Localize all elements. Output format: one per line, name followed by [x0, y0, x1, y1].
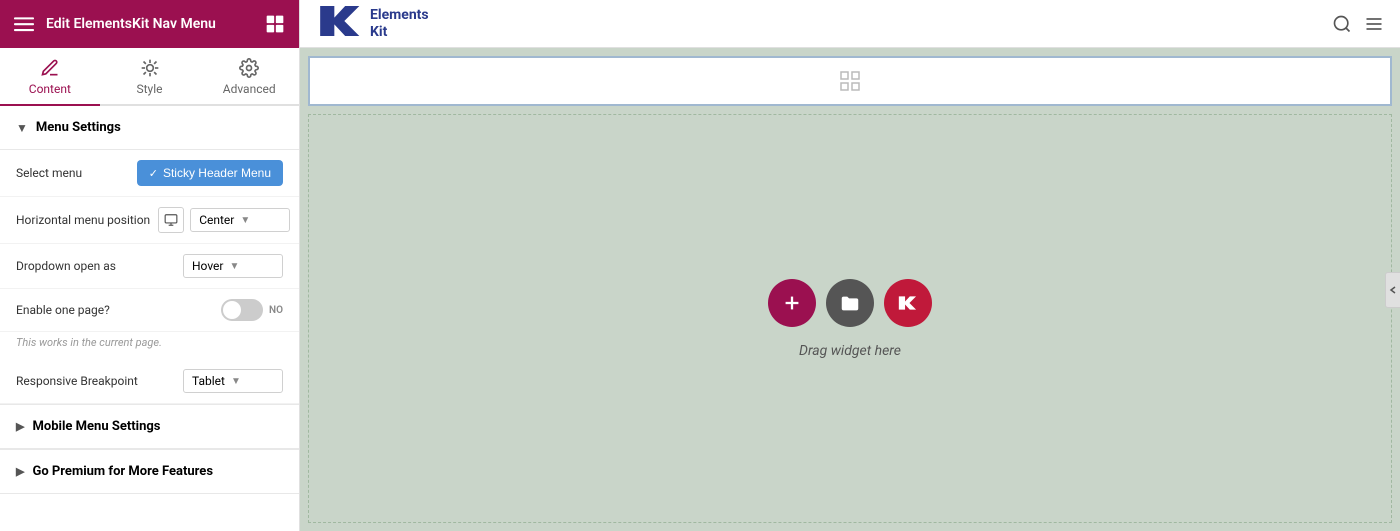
position-icon-button[interactable] [158, 207, 184, 233]
toggle-knob [223, 301, 241, 319]
drag-buttons [768, 279, 932, 327]
search-button[interactable] [1332, 14, 1352, 34]
preview-top-bar [308, 56, 1392, 106]
ek-logo-svg [316, 1, 366, 41]
responsive-breakpoint-label: Responsive Breakpoint [16, 374, 175, 388]
one-page-toggle[interactable] [221, 299, 263, 321]
one-page-field: Enable one page? NO [0, 289, 299, 332]
right-icons [1332, 14, 1384, 34]
preview-container: Drag widget here [300, 48, 1400, 531]
menu-settings-chevron: ▼ [16, 121, 28, 135]
folder-icon [839, 292, 861, 314]
menu-button[interactable] [1364, 14, 1384, 34]
dropdown-open-label: Dropdown open as [16, 259, 175, 273]
right-header: Elements Kit [300, 0, 1400, 48]
ek-button[interactable] [884, 279, 932, 327]
tab-content[interactable]: Content [0, 48, 100, 106]
grid-icon [265, 14, 285, 34]
breakpoint-arrow-icon: ▼ [231, 376, 241, 387]
horizontal-position-label: Horizontal menu position [16, 213, 150, 227]
one-page-toggle-wrap: NO [221, 299, 283, 321]
panel-title: Edit ElementsKit Nav Menu [46, 16, 253, 32]
select-menu-value: Sticky Header Menu [163, 166, 271, 180]
dropdown-open-dropdown[interactable]: Hover ▼ [183, 254, 283, 278]
ek-icon [897, 292, 919, 314]
grid-placeholder-icon [838, 69, 862, 93]
select-menu-label: Select menu [16, 166, 129, 180]
logo-elements: Elements [370, 7, 429, 24]
tab-advanced[interactable]: Advanced [199, 48, 299, 106]
ek-logo-mark [316, 1, 366, 46]
checkmark-icon: ✓ [149, 167, 158, 180]
select-menu-field: Select menu ✓ Sticky Header Menu [0, 150, 299, 197]
responsive-breakpoint-dropdown[interactable]: Tablet ▼ [183, 369, 283, 393]
mobile-menu-settings-label: Mobile Menu Settings [32, 419, 160, 434]
horizontal-position-dropdown[interactable]: Center ▼ [190, 208, 290, 232]
logo-kit: Kit [370, 24, 429, 41]
lines-icon [1364, 14, 1384, 34]
select-menu-button[interactable]: ✓ Sticky Header Menu [137, 160, 283, 186]
advanced-icon [239, 58, 259, 78]
go-premium-label: Go Premium for More Features [32, 464, 213, 479]
tab-advanced-label: Advanced [223, 82, 276, 96]
horizontal-position-field: Horizontal menu position Center ▼ [0, 197, 299, 244]
dropdown-open-field: Dropdown open as Hover ▼ [0, 244, 299, 289]
left-panel: Edit ElementsKit Nav Menu Content Style [0, 0, 300, 531]
dropdown-open-arrow-icon: ▼ [229, 261, 239, 272]
dropdown-arrow-icon: ▼ [240, 215, 250, 226]
go-premium-header[interactable]: ▶ Go Premium for More Features [0, 449, 299, 494]
add-widget-button[interactable] [768, 279, 816, 327]
responsive-breakpoint-value: Tablet [192, 374, 225, 388]
go-premium-arrow-icon: ▶ [16, 465, 24, 478]
tab-style[interactable]: Style [100, 48, 200, 106]
toggle-no-label: NO [269, 305, 283, 316]
menu-settings-header[interactable]: ▼ Menu Settings [0, 106, 299, 150]
hamburger-button[interactable] [14, 14, 34, 34]
style-icon [140, 58, 160, 78]
tab-content-label: Content [29, 82, 71, 96]
mobile-menu-arrow-icon: ▶ [16, 420, 24, 433]
drag-widget-area[interactable]: Drag widget here [308, 114, 1392, 523]
tab-style-label: Style [137, 82, 163, 96]
content-icon [40, 58, 60, 78]
search-icon [1332, 14, 1352, 34]
hamburger-icon [14, 14, 34, 34]
drag-text: Drag widget here [799, 343, 901, 359]
collapse-icon [1388, 285, 1398, 295]
responsive-breakpoint-field: Responsive Breakpoint Tablet ▼ [0, 359, 299, 404]
logo-area: Elements Kit [316, 1, 429, 46]
collapse-sidebar-button[interactable] [1385, 272, 1400, 308]
dropdown-open-value: Hover [192, 259, 223, 273]
top-bar: Edit ElementsKit Nav Menu [0, 0, 299, 48]
monitor-icon [164, 213, 178, 227]
folder-button[interactable] [826, 279, 874, 327]
right-area: Elements Kit [300, 0, 1400, 531]
tabs-bar: Content Style Advanced [0, 48, 299, 106]
one-page-help-text: This works in the current page. [0, 332, 299, 359]
ek-logo: Elements Kit [316, 1, 429, 46]
ek-logo-text: Elements Kit [370, 7, 429, 41]
grid-button[interactable] [265, 14, 285, 34]
mobile-menu-settings-header[interactable]: ▶ Mobile Menu Settings [0, 404, 299, 449]
one-page-label: Enable one page? [16, 303, 213, 317]
plus-icon [781, 292, 803, 314]
menu-settings-title: Menu Settings [36, 120, 121, 135]
horizontal-position-value: Center [199, 213, 234, 227]
